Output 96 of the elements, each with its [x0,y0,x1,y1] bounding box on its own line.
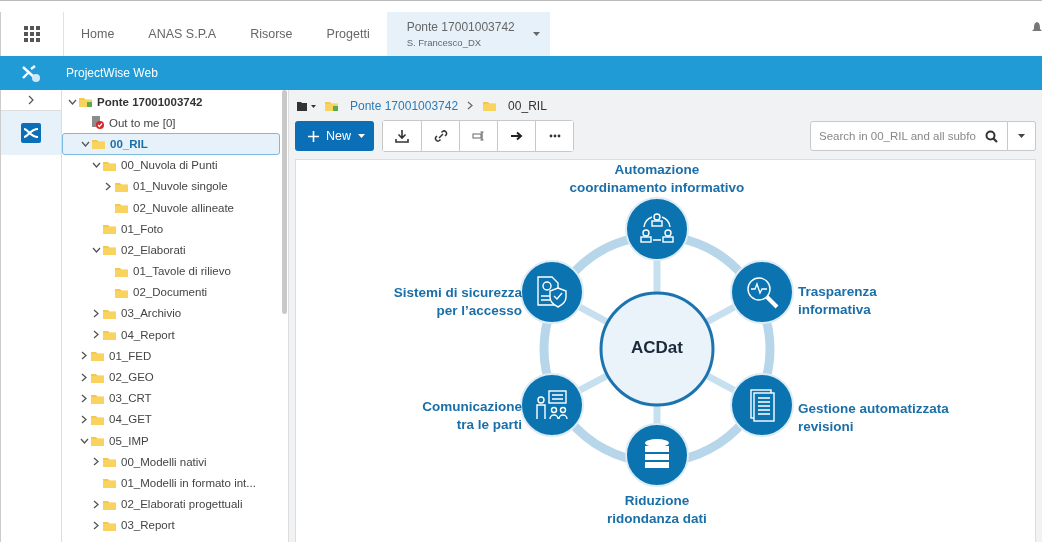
new-button[interactable]: New [295,121,374,151]
tree-item[interactable]: Out to me [0] [62,112,280,134]
folder-icon [103,307,116,319]
folder-icon [483,100,497,111]
tree-item[interactable]: 01_Foto [62,218,280,240]
app-grid-icon[interactable] [24,26,40,42]
chevron-down-icon[interactable] [91,246,101,253]
folder-icon [91,350,104,362]
chevron-right-icon[interactable] [28,95,34,105]
folder-icon [103,244,116,256]
tree-item[interactable]: 02_Elaborati [62,239,280,261]
folder-icon [91,392,104,404]
project-folder-icon [79,96,92,108]
folder-icon [103,498,116,510]
tree-item[interactable]: 01_Tavole di rilievo [62,260,280,282]
folder-icon [92,138,105,150]
tab-subtitle: S. Francesco_DX [406,37,483,48]
tree-item[interactable]: 03_Report [62,514,280,536]
tree-item[interactable]: 03_CRT [62,387,280,409]
tree-item[interactable]: 04_Report [62,324,280,346]
nav-rail-button[interactable] [1,111,61,155]
folder-icon [115,265,128,277]
tree-item[interactable]: 00_Modelli nativi [62,451,280,473]
plus-icon [308,130,319,142]
chevron-right-icon [467,101,474,110]
tree-item[interactable]: 02_Nuvole allineate [62,196,280,219]
checked-out-icon [91,116,104,130]
bell-icon [1032,22,1042,34]
rename-icon [471,129,486,143]
folder-menu-icon[interactable] [297,100,317,111]
nav-tab[interactable]: Progetti [309,12,387,56]
folder-icon [115,286,128,298]
chevron-right-icon[interactable] [93,308,99,318]
app-title: ProjectWise Web [66,66,158,80]
tree-item[interactable]: 01_Nuvole singole [62,175,280,197]
tree-item[interactable]: 03_Archivio [62,302,280,325]
folder-icon [91,371,104,383]
feature-label: Riduzione ridondanza dati [606,492,708,528]
folder-icon [103,223,116,235]
folder-icon [103,456,116,468]
folder-icon [115,180,128,192]
chevron-right-icon[interactable] [93,520,99,530]
folder-icon [103,159,116,171]
tree-item[interactable]: 02_GEO [62,366,280,388]
folder-icon [115,202,128,214]
folder-icon [103,477,116,489]
tree-item[interactable]: 01_Modelli in formato int... [62,472,280,494]
chevron-right-icon[interactable] [81,372,87,382]
tree-item[interactable]: 05_IMP [62,430,280,452]
chevron-down-icon[interactable] [80,140,90,147]
folder-icon [103,519,116,531]
tab-title: Ponte 17001003742 [406,20,515,34]
nav-tab[interactable]: Risorse [233,12,310,56]
folder-icon [91,413,104,425]
feature-label: Gestione automatizzata revisioni [798,400,949,436]
download-icon [395,129,409,143]
tree-item[interactable]: 01_FED [62,345,280,367]
folder-icon [103,329,116,341]
link-icon [433,129,448,143]
chevron-down-icon[interactable] [67,98,77,105]
caret-icon [358,134,365,138]
chevron-right-icon[interactable] [105,181,111,191]
tree-item[interactable]: 00_Nuvola di Punti [62,154,280,176]
folder-icon [91,435,104,447]
chevron-right-icon[interactable] [81,414,87,424]
breadcrumb-link[interactable]: Ponte 17001003742 [350,98,459,113]
chevron-right-icon[interactable] [93,457,99,467]
chevron-right-icon[interactable] [93,330,99,340]
arrow-right-icon [509,129,524,143]
breadcrumb-current[interactable]: 00_RIL [508,98,547,113]
app-logo-icon [21,63,41,83]
tree-item[interactable]: 02_Elaborati progettuali [62,493,280,515]
nav-tab[interactable]: Home [64,12,132,56]
tree-item[interactable]: Ponte 17001003742 [62,91,280,113]
nav-tab[interactable]: Ponte 17001003742 S. Francesco_DX [386,12,550,56]
tree-item[interactable]: 04_GET [62,408,280,430]
hub-label: ACDat [630,338,684,358]
tree-item[interactable]: 00_RIL [62,133,280,155]
chevron-right-icon[interactable] [81,393,87,403]
chevron-down-icon[interactable] [91,162,101,169]
chevron-right-icon[interactable] [93,499,99,509]
search-field[interactable]: Search in 00_RIL and all subfo [810,121,1008,151]
feature-label: Sistemi di sicurezza per l’accesso [393,284,522,320]
chevron-right-icon[interactable] [81,351,87,361]
project-network-icon [21,123,41,143]
feature-label: Automazione coordinamento informativo [568,161,746,197]
project-folder-icon [325,100,338,111]
feature-label: Trasparenza informativa [798,283,877,319]
caret-icon [532,32,540,36]
caret-icon [1018,134,1025,138]
scrollbar[interactable] [282,90,287,314]
tree-item[interactable]: 02_Documenti [62,281,280,303]
nav-tab[interactable]: ANAS S.P.A [131,12,234,56]
feature-label: Comunicazione tra le parti [422,398,522,434]
chevron-down-icon[interactable] [79,437,89,444]
search-icon[interactable] [985,130,998,143]
